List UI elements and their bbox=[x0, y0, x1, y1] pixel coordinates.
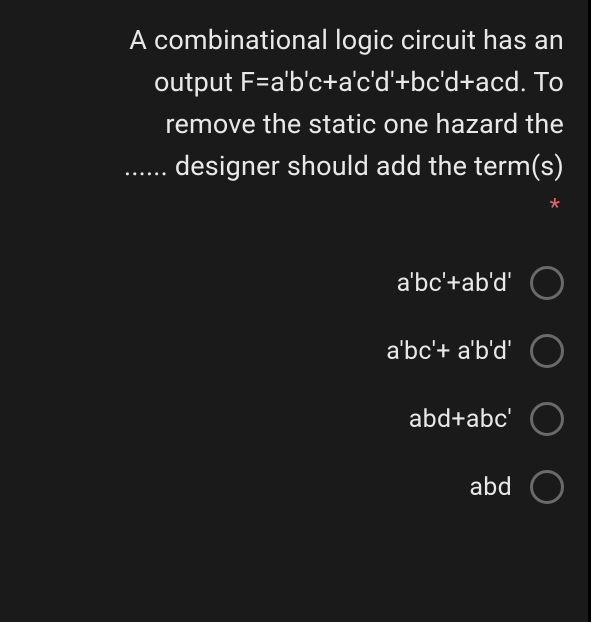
option-label: abd+abc' bbox=[409, 405, 512, 434]
question-line-3: remove the static one hazard the bbox=[24, 104, 564, 146]
radio-option-1[interactable] bbox=[530, 266, 564, 300]
option-row: abd+abc' bbox=[24, 402, 564, 436]
options-group: a'bc'+ab'd' a'bc'+ a'b'd' abd+abc' abd bbox=[24, 266, 564, 504]
question-line-2: output F=a'b'c+a'c'd'+bc'd+acd. To bbox=[24, 62, 564, 104]
option-label: abd bbox=[469, 473, 512, 502]
option-row: abd bbox=[24, 470, 564, 504]
question-line-1: A combinational logic circuit has an bbox=[24, 20, 564, 62]
option-row: a'bc'+ab'd' bbox=[24, 266, 564, 300]
question-line-4: ...... designer should add the term(s) bbox=[24, 146, 564, 188]
radio-option-2[interactable] bbox=[530, 334, 564, 368]
question-text: A combinational logic circuit has an out… bbox=[24, 20, 564, 187]
radio-option-3[interactable] bbox=[530, 402, 564, 436]
option-row: a'bc'+ a'b'd' bbox=[24, 334, 564, 368]
option-label: a'bc'+ a'b'd' bbox=[386, 337, 512, 366]
radio-option-4[interactable] bbox=[530, 470, 564, 504]
required-asterisk: * bbox=[24, 193, 560, 221]
option-label: a'bc'+ab'd' bbox=[397, 269, 512, 298]
